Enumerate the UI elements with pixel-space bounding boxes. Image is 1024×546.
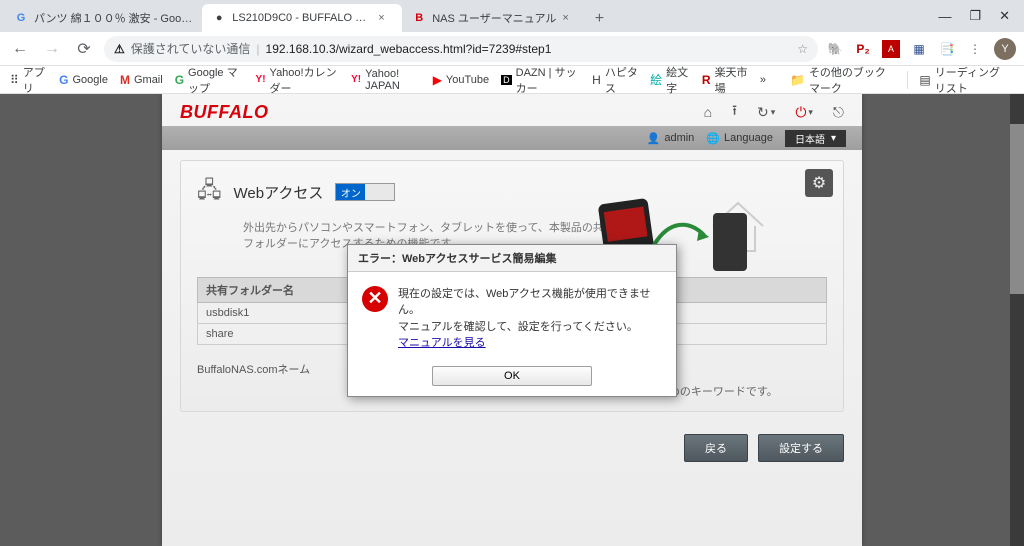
error-modal: エラー：Webアクセスサービス簡易編集 ✕ 現在の設定では、Webアクセス機能が… — [347, 244, 677, 397]
not-secure-icon: ⚠ — [114, 42, 125, 56]
browser-tab[interactable]: G パンツ 綿１００％ 激安 - Goo… — [4, 4, 202, 32]
ext-icon[interactable]: 📑 — [938, 40, 956, 58]
bookmark-item[interactable]: Hハピタス — [592, 64, 638, 96]
pdf-ext-icon[interactable]: A — [882, 40, 900, 58]
bookmark-item[interactable]: GGoogle マップ — [175, 64, 244, 96]
extension-icons: 🐘 P₂ A ▦ 📑 ⋮ Y — [826, 38, 1016, 60]
modal-overlay: エラー：Webアクセスサービス簡易編集 ✕ 現在の設定では、Webアクセス機能が… — [0, 94, 1024, 546]
ext-icon[interactable]: P₂ — [854, 40, 872, 58]
modal-message-line: マニュアルを確認して、設定を行ってください。 — [398, 319, 662, 336]
favicon-icon: G — [14, 11, 28, 25]
back-button[interactable]: ← — [8, 37, 32, 61]
bookmarks-bar: ⠿アプリ GGoogle MGmail GGoogle マップ Y!Yahoo!… — [0, 66, 1024, 94]
window-controls: — ❐ ✕ — [924, 0, 1024, 32]
forward-button: → — [40, 37, 64, 61]
favicon-icon: ● — [212, 11, 226, 25]
profile-avatar[interactable]: Y — [994, 38, 1016, 60]
browser-tab-strip: G パンツ 綿１００％ 激安 - Goo… ● LS210D9C0 - BUFF… — [0, 0, 1024, 32]
security-label: 保護されていない通信 — [131, 40, 251, 57]
reading-list[interactable]: ▤リーディング リスト — [919, 64, 1014, 96]
new-tab-button[interactable]: + — [586, 6, 612, 32]
maximize-icon[interactable]: ❐ — [969, 8, 981, 24]
bookmark-overflow[interactable]: » — [760, 74, 766, 86]
bookmark-item[interactable]: MGmail — [120, 73, 163, 87]
favicon-icon: B — [412, 11, 426, 25]
tab-title: パンツ 綿１００％ 激安 - Goo… — [34, 10, 192, 26]
tab-title: LS210D9C0 - BUFFALO LinkStati… — [232, 12, 372, 24]
other-bookmarks[interactable]: 📁その他のブックマーク — [790, 64, 895, 96]
bookmark-item[interactable]: Y!Yahoo!カレンダー — [256, 64, 340, 96]
apps-button[interactable]: ⠿アプリ — [10, 64, 47, 96]
browser-tab[interactable]: B NAS ユーザーマニュアル × — [402, 4, 586, 32]
minimize-icon[interactable]: — — [938, 9, 951, 24]
bookmark-item[interactable]: Y!Yahoo! JAPAN — [351, 68, 421, 92]
modal-title: エラー：Webアクセスサービス簡易編集 — [348, 245, 676, 272]
tab-title: NAS ユーザーマニュアル — [432, 10, 556, 26]
close-window-icon[interactable]: ✕ — [999, 8, 1010, 24]
bookmark-item[interactable]: 絵絵文字 — [650, 64, 690, 96]
modal-message-line: 現在の設定では、Webアクセス機能が使用できません。 — [398, 286, 662, 319]
viewport: BUFFALO ⌂ ⭱ ↻▾ ⏻▾ ⎋ 👤admin 🌐Language 日本語… — [0, 94, 1024, 546]
close-icon[interactable]: × — [562, 12, 576, 24]
url-text: 192.168.10.3/wizard_webaccess.html?id=72… — [266, 42, 552, 56]
ok-button[interactable]: OK — [432, 366, 592, 386]
bookmark-item[interactable]: R楽天市場 — [702, 64, 748, 96]
bookmark-item[interactable]: ▶YouTube — [433, 73, 489, 87]
ext-icon[interactable]: ▦ — [910, 40, 928, 58]
bookmark-item[interactable]: DDAZN | サッカー — [501, 64, 580, 96]
error-icon: ✕ — [362, 286, 388, 312]
evernote-ext-icon[interactable]: 🐘 — [826, 40, 844, 58]
bookmark-item[interactable]: GGoogle — [59, 73, 108, 87]
reload-button[interactable]: ⟳ — [72, 37, 96, 61]
manual-link[interactable]: マニュアルを見る — [398, 337, 486, 349]
star-icon[interactable]: ☆ — [797, 42, 808, 56]
close-icon[interactable]: × — [378, 12, 392, 24]
address-bar: ← → ⟳ ⚠ 保護されていない通信 | 192.168.10.3/wizard… — [0, 32, 1024, 66]
browser-tab-active[interactable]: ● LS210D9C0 - BUFFALO LinkStati… × — [202, 4, 402, 32]
menu-icon[interactable]: ⋮ — [966, 40, 984, 58]
omnibox[interactable]: ⚠ 保護されていない通信 | 192.168.10.3/wizard_webac… — [104, 36, 818, 62]
